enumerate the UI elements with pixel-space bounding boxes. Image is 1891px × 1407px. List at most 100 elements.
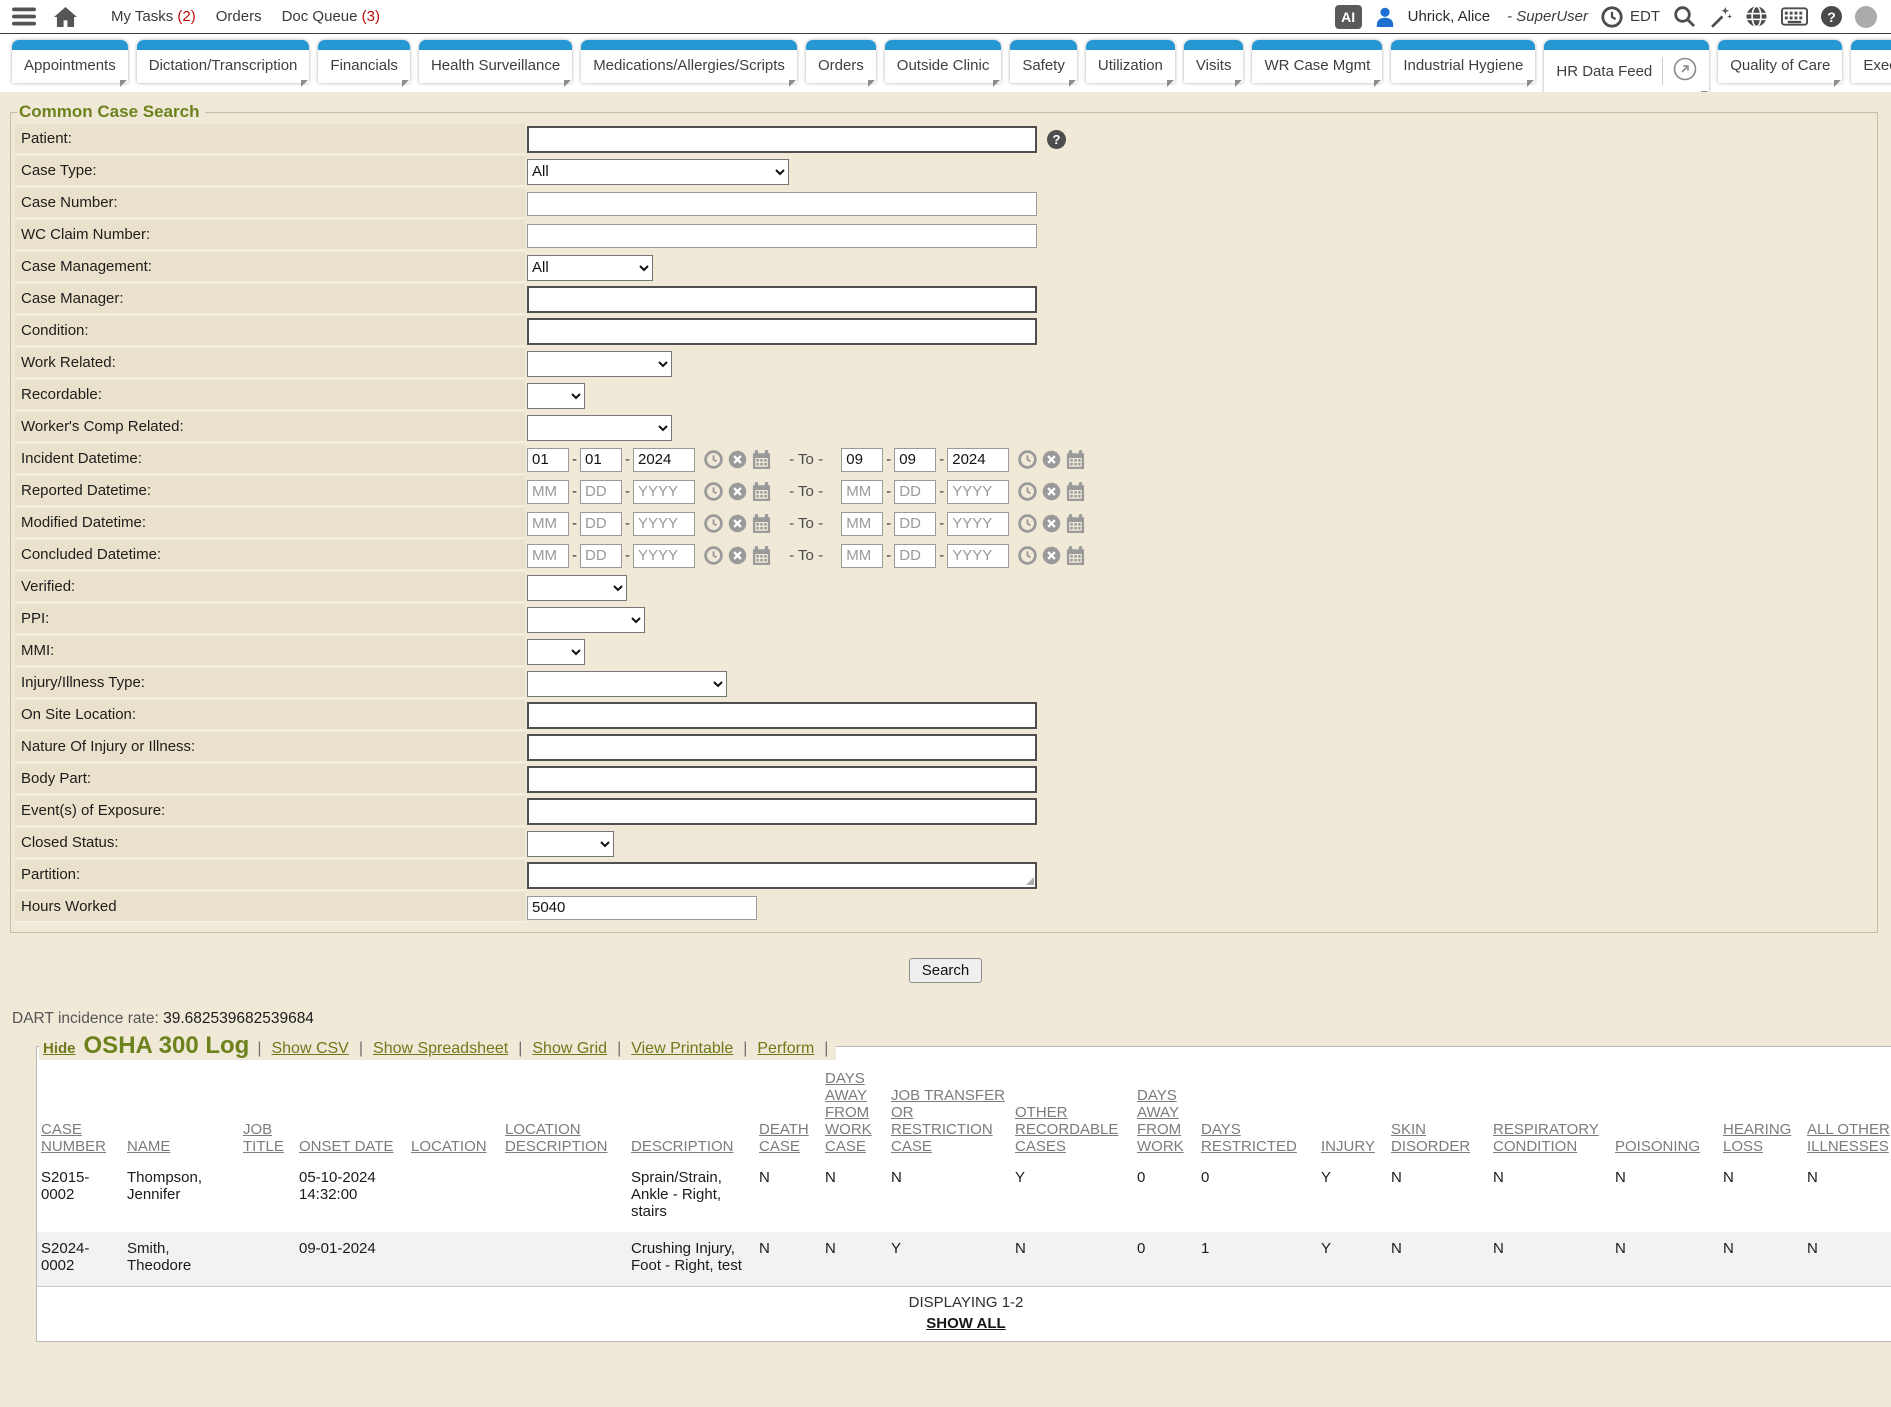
col-header-onset-date[interactable]: ONSET DATE: [295, 1060, 407, 1161]
calendar-icon[interactable]: [752, 546, 771, 565]
clear-icon[interactable]: [728, 450, 747, 469]
hamburger-icon[interactable]: [12, 7, 36, 26]
resize-grip-icon[interactable]: [1026, 877, 1034, 885]
calendar-icon[interactable]: [1066, 546, 1085, 565]
col-header-case-number[interactable]: CASE NUMBER: [37, 1060, 123, 1161]
tab-safety[interactable]: Safety: [1010, 40, 1077, 83]
globe-icon[interactable]: [1745, 5, 1768, 28]
show-grid-link[interactable]: Show Grid: [532, 1040, 607, 1058]
clear-icon[interactable]: [1042, 546, 1061, 565]
clock-sm-icon[interactable]: [1018, 546, 1037, 565]
tab-orders[interactable]: Orders: [806, 40, 876, 83]
concluded-datetime-from-yyyy-input[interactable]: [633, 544, 695, 568]
col-header-days-restricted[interactable]: DAYS RESTRICTED: [1197, 1060, 1317, 1161]
top-nav-doc-queue[interactable]: Doc Queue (3): [282, 8, 380, 25]
reported-datetime-from-dd-input[interactable]: [580, 480, 622, 504]
col-header-other-recordable-cases[interactable]: OTHER RECORDABLE CASES: [1011, 1060, 1133, 1161]
clear-icon[interactable]: [728, 546, 747, 565]
table-row[interactable]: S2015-0002Thompson, Jennifer05-10-2024 1…: [37, 1161, 1891, 1232]
hide-link[interactable]: Hide: [43, 1040, 76, 1057]
clock-sm-icon[interactable]: [704, 450, 723, 469]
incident-datetime-to-mm-input[interactable]: [841, 448, 883, 472]
col-header-all-other-illnesses[interactable]: ALL OTHER ILLNESSES: [1803, 1060, 1891, 1161]
patient-input[interactable]: [527, 126, 1037, 153]
show-csv-link[interactable]: Show CSV: [271, 1040, 348, 1058]
event-s-of-exposure-input[interactable]: [527, 798, 1037, 825]
table-row[interactable]: S2024-0002Smith, Theodore09-01-2024Crush…: [37, 1232, 1891, 1286]
concluded-datetime-from-dd-input[interactable]: [580, 544, 622, 568]
ppi-select[interactable]: [527, 607, 645, 633]
top-nav-my-tasks[interactable]: My Tasks (2): [111, 8, 196, 25]
incident-datetime-from-dd-input[interactable]: [580, 448, 622, 472]
col-header-location[interactable]: LOCATION: [407, 1060, 501, 1161]
clock-sm-icon[interactable]: [704, 482, 723, 501]
ai-badge[interactable]: AI: [1335, 5, 1362, 29]
clear-icon[interactable]: [1042, 450, 1061, 469]
col-header-name[interactable]: NAME: [123, 1060, 239, 1161]
col-header-respiratory-condition[interactable]: RESPIRATORY CONDITION: [1489, 1060, 1611, 1161]
closed-status-select[interactable]: [527, 831, 614, 857]
reported-datetime-from-yyyy-input[interactable]: [633, 480, 695, 504]
modified-datetime-from-yyyy-input[interactable]: [633, 512, 695, 536]
keyboard-icon[interactable]: [1781, 7, 1808, 26]
search-icon[interactable]: [1673, 5, 1696, 28]
top-nav-orders[interactable]: Orders: [216, 8, 262, 25]
search-button[interactable]: Search: [909, 958, 983, 983]
clock-sm-icon[interactable]: [1018, 482, 1037, 501]
recordable-select[interactable]: [527, 383, 585, 409]
col-header-injury[interactable]: INJURY: [1317, 1060, 1387, 1161]
tab-executive[interactable]: Executive: [1851, 40, 1891, 83]
on-site-location-input[interactable]: [527, 702, 1037, 729]
tab-outside-clinic[interactable]: Outside Clinic: [885, 40, 1002, 83]
injury-illness-type-select[interactable]: [527, 671, 727, 697]
help-icon[interactable]: ?: [1821, 6, 1842, 27]
col-header-description[interactable]: DESCRIPTION: [627, 1060, 755, 1161]
col-header-skin-disorder[interactable]: SKIN DISORDER: [1387, 1060, 1489, 1161]
clock-sm-icon[interactable]: [704, 546, 723, 565]
tab-wr-case-mgmt[interactable]: WR Case Mgmt: [1252, 40, 1382, 83]
modified-datetime-to-yyyy-input[interactable]: [947, 512, 1009, 536]
body-part-input[interactable]: [527, 766, 1037, 793]
clock-sm-icon[interactable]: [704, 514, 723, 533]
wc-claim-number-input[interactable]: [527, 224, 1037, 248]
concluded-datetime-to-mm-input[interactable]: [841, 544, 883, 568]
work-related-select[interactable]: [527, 351, 672, 377]
reported-datetime-to-dd-input[interactable]: [894, 480, 936, 504]
col-header-poisoning[interactable]: POISONING: [1611, 1060, 1719, 1161]
status-dot[interactable]: [1855, 6, 1877, 28]
wand-icon[interactable]: [1709, 5, 1732, 28]
reported-datetime-from-mm-input[interactable]: [527, 480, 569, 504]
tab-quality-of-care[interactable]: Quality of Care: [1718, 40, 1842, 83]
tab-hr-data-feed[interactable]: HR Data Feed: [1544, 40, 1709, 92]
modified-datetime-from-dd-input[interactable]: [580, 512, 622, 536]
tab-appointments[interactable]: Appointments: [12, 40, 128, 83]
clock-sm-icon[interactable]: [1018, 514, 1037, 533]
hours-worked-input[interactable]: [527, 896, 757, 920]
modified-datetime-to-mm-input[interactable]: [841, 512, 883, 536]
col-header-death-case[interactable]: DEATH CASE: [755, 1060, 821, 1161]
concluded-datetime-to-yyyy-input[interactable]: [947, 544, 1009, 568]
partition-input[interactable]: [527, 862, 1037, 889]
modified-datetime-from-mm-input[interactable]: [527, 512, 569, 536]
reported-datetime-to-yyyy-input[interactable]: [947, 480, 1009, 504]
clock-sm-icon[interactable]: [1018, 450, 1037, 469]
calendar-icon[interactable]: [752, 482, 771, 501]
tab-medications-allergies-scripts[interactable]: Medications/Allergies/Scripts: [581, 40, 797, 83]
worker-s-comp-related-select[interactable]: [527, 415, 672, 441]
tab-visits[interactable]: Visits: [1184, 40, 1244, 83]
case-manager-input[interactable]: [527, 286, 1037, 313]
tab-utilization[interactable]: Utilization: [1086, 40, 1175, 83]
col-header-job-title[interactable]: JOB TITLE: [239, 1060, 295, 1161]
col-header-days-away-from-work-case[interactable]: DAYS AWAY FROM WORK CASE: [821, 1060, 887, 1161]
tab-financials[interactable]: Financials: [318, 40, 410, 83]
view-printable-link[interactable]: View Printable: [631, 1040, 733, 1058]
incident-datetime-from-mm-input[interactable]: [527, 448, 569, 472]
user-name[interactable]: Uhrick, Alice: [1408, 8, 1491, 25]
case-management-select[interactable]: All: [527, 255, 653, 281]
show-all-link[interactable]: SHOW ALL: [37, 1315, 1891, 1332]
concluded-datetime-to-dd-input[interactable]: [894, 544, 936, 568]
col-header-hearing-loss[interactable]: HEARING LOSS: [1719, 1060, 1803, 1161]
clear-icon[interactable]: [1042, 514, 1061, 533]
verified-select[interactable]: [527, 575, 627, 601]
mmi-select[interactable]: [527, 639, 585, 665]
